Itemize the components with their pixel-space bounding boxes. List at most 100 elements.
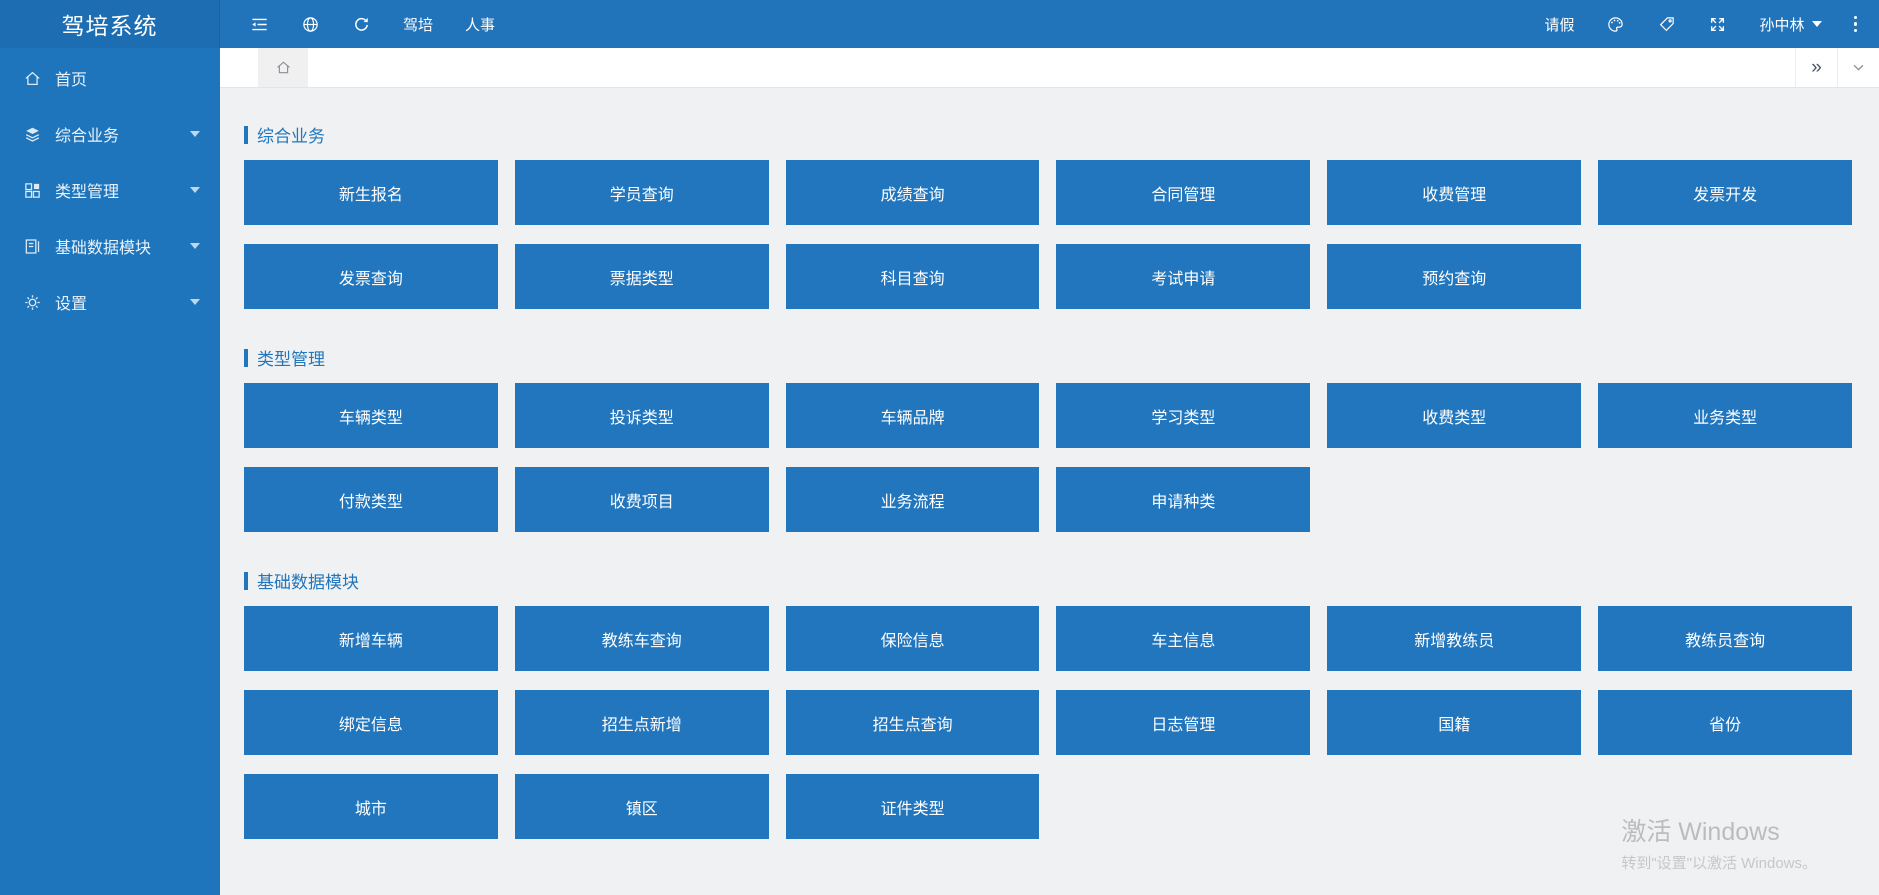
module-button[interactable]: 招生点新增 — [515, 690, 769, 755]
module-button[interactable]: 业务类型 — [1598, 383, 1852, 448]
section-basedata: 基础数据模块新增车辆教练车查询保险信息车主信息新增教练员教练员查询绑定信息招生点… — [244, 568, 1852, 839]
section-business: 综合业务新生报名学员查询成绩查询合同管理收费管理发票开发发票查询票据类型科目查询… — [244, 122, 1852, 309]
module-button[interactable]: 付款类型 — [244, 467, 498, 532]
sidebar-item-home[interactable]: 首页 — [0, 50, 220, 106]
section-title-label: 基础数据模块 — [257, 568, 359, 593]
app-window: 驾培系统 首页综合业务类型管理基础数据模块设置 — [0, 0, 1879, 895]
module-button[interactable]: 证件类型 — [786, 774, 1040, 839]
module-button[interactable]: 绑定信息 — [244, 690, 498, 755]
nav-label: 驾培 — [403, 14, 433, 35]
tab-scroll-right-button[interactable]: » — [1795, 48, 1837, 87]
gear-icon — [22, 292, 42, 312]
tab-home[interactable] — [258, 48, 308, 87]
tabbar: » — [220, 48, 1879, 88]
module-button[interactable]: 投诉类型 — [515, 383, 769, 448]
module-button[interactable]: 新增车辆 — [244, 606, 498, 671]
sidebar-item-label: 类型管理 — [55, 178, 190, 202]
blocks-icon — [22, 180, 42, 200]
module-button[interactable]: 省份 — [1598, 690, 1852, 755]
section-title-label: 综合业务 — [257, 122, 325, 147]
nav-label: 人事 — [465, 14, 495, 35]
caret-down-icon — [190, 243, 200, 249]
module-button[interactable]: 新增教练员 — [1327, 606, 1581, 671]
fullscreen-button[interactable] — [1692, 0, 1743, 48]
section-title-label: 类型管理 — [257, 345, 325, 370]
module-button[interactable]: 车主信息 — [1056, 606, 1310, 671]
module-button[interactable]: 车辆类型 — [244, 383, 498, 448]
home-icon — [22, 68, 42, 88]
module-button[interactable]: 学员查询 — [515, 160, 769, 225]
topbar-nav-renshi[interactable]: 人事 — [449, 0, 511, 48]
module-button[interactable]: 业务流程 — [786, 467, 1040, 532]
module-button[interactable]: 保险信息 — [786, 606, 1040, 671]
module-button[interactable]: 票据类型 — [515, 244, 769, 309]
module-button[interactable]: 收费项目 — [515, 467, 769, 532]
section-types: 类型管理车辆类型投诉类型车辆品牌学习类型收费类型业务类型付款类型收费项目业务流程… — [244, 345, 1852, 532]
section-title: 类型管理 — [244, 345, 1852, 370]
user-menu[interactable]: 孙中林 — [1743, 0, 1837, 48]
module-button[interactable]: 收费管理 — [1327, 160, 1581, 225]
module-button[interactable]: 教练员查询 — [1598, 606, 1852, 671]
caret-down-icon — [190, 187, 200, 193]
caret-down-icon — [190, 131, 200, 137]
sidebar-item-basedata[interactable]: 基础数据模块 — [0, 218, 220, 274]
sidebar-collapse-button[interactable] — [234, 0, 285, 48]
more-menu-button[interactable] — [1838, 0, 1874, 48]
username-label: 孙中林 — [1759, 14, 1804, 35]
theme-button[interactable] — [1590, 0, 1641, 48]
module-button-grid: 新生报名学员查询成绩查询合同管理收费管理发票开发发票查询票据类型科目查询考试申请… — [244, 160, 1852, 309]
language-button[interactable] — [285, 0, 336, 48]
module-button[interactable]: 车辆品牌 — [786, 383, 1040, 448]
sidebar-item-label: 首页 — [55, 66, 200, 90]
refresh-button[interactable] — [336, 0, 387, 48]
module-button[interactable]: 科目查询 — [786, 244, 1040, 309]
watermark-subtitle: 转到"设置"以激活 Windows。 — [1621, 852, 1817, 873]
tabbar-spacer — [308, 48, 1795, 87]
module-button[interactable]: 新生报名 — [244, 160, 498, 225]
sidebar: 驾培系统 首页综合业务类型管理基础数据模块设置 — [0, 0, 220, 895]
refresh-icon — [352, 15, 371, 34]
more-vertical-icon — [1854, 16, 1858, 33]
sidebar-menu: 首页综合业务类型管理基础数据模块设置 — [0, 48, 220, 330]
fold-icon — [250, 15, 269, 34]
section-title-bar — [244, 572, 248, 590]
module-button[interactable]: 申请种类 — [1056, 467, 1310, 532]
module-button[interactable]: 国籍 — [1327, 690, 1581, 755]
home-icon — [275, 59, 292, 76]
module-button[interactable]: 发票开发 — [1598, 160, 1852, 225]
module-button[interactable]: 考试申请 — [1056, 244, 1310, 309]
sidebar-item-label: 综合业务 — [55, 122, 190, 146]
sidebar-item-business[interactable]: 综合业务 — [0, 106, 220, 162]
module-button[interactable]: 成绩查询 — [786, 160, 1040, 225]
section-title: 综合业务 — [244, 122, 1852, 147]
app-logo: 驾培系统 — [0, 0, 220, 48]
module-button[interactable]: 日志管理 — [1056, 690, 1310, 755]
tag-icon — [1657, 15, 1676, 34]
module-button[interactable]: 预约查询 — [1327, 244, 1581, 309]
main-column: 驾培 人事 请假 — [220, 0, 1879, 895]
module-button[interactable]: 合同管理 — [1056, 160, 1310, 225]
leave-request-button[interactable]: 请假 — [1528, 0, 1590, 48]
section-title-bar — [244, 349, 248, 367]
module-button[interactable]: 教练车查询 — [515, 606, 769, 671]
sidebar-item-types[interactable]: 类型管理 — [0, 162, 220, 218]
topbar-nav-jiapei[interactable]: 驾培 — [387, 0, 449, 48]
double-arrow-right-icon: » — [1811, 57, 1822, 79]
chevron-down-icon — [1851, 60, 1866, 75]
topbar-spacer — [511, 0, 1528, 48]
section-title: 基础数据模块 — [244, 568, 1852, 593]
module-button[interactable]: 学习类型 — [1056, 383, 1310, 448]
sidebar-item-settings[interactable]: 设置 — [0, 274, 220, 330]
module-button[interactable]: 城市 — [244, 774, 498, 839]
tag-button[interactable] — [1641, 0, 1692, 48]
module-button-grid: 新增车辆教练车查询保险信息车主信息新增教练员教练员查询绑定信息招生点新增招生点查… — [244, 606, 1852, 839]
caret-down-icon — [1812, 21, 1822, 27]
fullscreen-icon — [1708, 15, 1727, 34]
module-button[interactable]: 收费类型 — [1327, 383, 1581, 448]
tab-actions-dropdown[interactable] — [1837, 48, 1879, 87]
module-button[interactable]: 发票查询 — [244, 244, 498, 309]
module-button[interactable]: 镇区 — [515, 774, 769, 839]
module-button[interactable]: 招生点查询 — [786, 690, 1040, 755]
content: 综合业务新生报名学员查询成绩查询合同管理收费管理发票开发发票查询票据类型科目查询… — [220, 88, 1879, 895]
caret-down-icon — [190, 299, 200, 305]
